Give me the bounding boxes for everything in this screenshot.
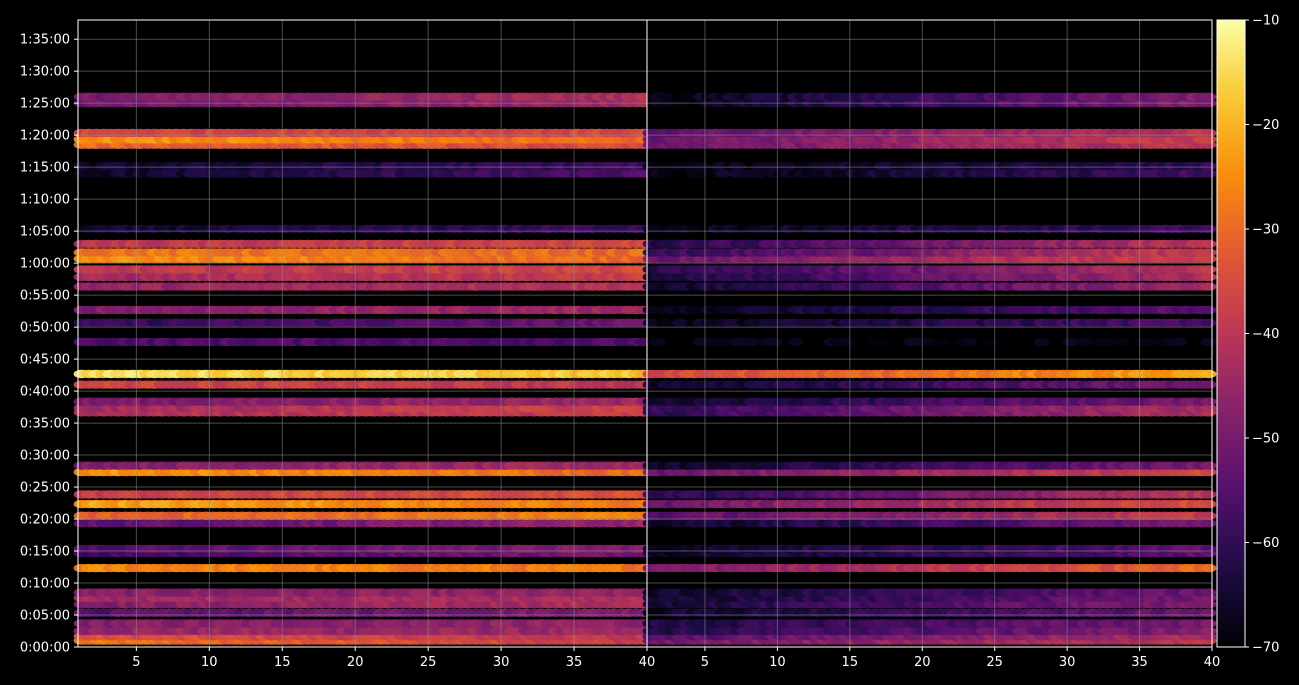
heatmap-cell — [1200, 588, 1217, 597]
x-tick-label: 10 — [201, 655, 218, 670]
heatmap-panel-2: 5 10 15 20 25 30 35 40 — [642, 19, 1220, 670]
heatmap-cell — [787, 337, 804, 347]
heatmap-cell — [765, 337, 782, 347]
heatmap-cell — [917, 337, 934, 347]
y-tick-label: 1:20:00 — [20, 129, 70, 144]
heatmap-cell — [1200, 337, 1217, 347]
heatmap-cell — [1200, 380, 1217, 389]
y-tick-label: 0:25:00 — [20, 481, 70, 496]
x-tick-label: 25 — [420, 655, 437, 670]
heatmap-chart: 5 10 15 20 25 30 35 400:00:000:05:000:10:000:15… — [20, 14, 1280, 671]
heatmap-cell — [1200, 608, 1217, 618]
x-tick-label: 20 — [347, 655, 364, 670]
y-tick-label: 1:25:00 — [20, 97, 70, 112]
heatmap-cell — [1200, 397, 1217, 406]
x-tick-label: 15 — [274, 655, 291, 670]
heatmap-cell — [961, 337, 978, 347]
y-tick-label: 0:45:00 — [20, 353, 70, 368]
y-tick-label: 0:10:00 — [20, 577, 70, 592]
heatmap-cell — [1200, 619, 1217, 628]
x-tick-label: 35 — [566, 655, 583, 670]
heatmap-cell — [1200, 499, 1217, 509]
y-tick-label: 1:30:00 — [20, 65, 70, 80]
heatmap-cell — [642, 318, 659, 327]
y-tick-label: 0:35:00 — [20, 417, 70, 432]
panels-layer: 5 10 15 20 25 30 35 400:00:000:05:000:10:000:15… — [20, 19, 1220, 670]
heatmap-cell — [1099, 337, 1115, 347]
heatmap-cell — [1171, 337, 1188, 347]
heatmap-cell — [932, 337, 949, 347]
heatmap-cell — [715, 337, 732, 347]
y-tick-label: 0:40:00 — [20, 385, 70, 400]
heatmap-panel-1: 5 10 15 20 25 30 35 40 0:00:00 0:05:00 0:10:00 0:15… — [20, 19, 656, 670]
heatmap-cell — [1200, 626, 1217, 636]
y-tick-label: 1:35:00 — [20, 33, 70, 48]
y-tick-label: 0:15:00 — [20, 545, 70, 560]
heatmap-cell — [1200, 490, 1217, 499]
heatmap-cell — [642, 305, 659, 315]
heatmap-cell — [744, 337, 760, 347]
heatmap-cell — [1077, 337, 1094, 347]
heatmap-cell — [649, 337, 666, 347]
y-tick-label: 0:05:00 — [20, 609, 70, 624]
y-tick-label: 0:00:00 — [20, 641, 70, 656]
y-tick-label: 0:30:00 — [20, 449, 70, 464]
heatmap-cell — [983, 337, 1000, 347]
heatmap-cell — [1113, 337, 1130, 347]
heatmap-cell — [1200, 544, 1217, 554]
x-tick-label: 30 — [493, 655, 510, 670]
heatmap-cell — [1200, 519, 1217, 528]
y-tick-label: 1:05:00 — [20, 225, 70, 240]
heatmap-cell — [1200, 461, 1217, 470]
y-tick-label: 0:20:00 — [20, 513, 70, 528]
heatmap-cell — [1200, 563, 1217, 573]
y-tick-label: 1:00:00 — [20, 257, 70, 272]
heatmap-cell — [657, 318, 674, 327]
heatmap-cell — [1142, 337, 1159, 347]
heatmap-cell — [1200, 318, 1217, 327]
heatmap-cell — [1033, 337, 1050, 347]
heatmap-cell — [1200, 369, 1217, 379]
y-tick-label: 0:50:00 — [20, 321, 70, 336]
y-tick-label: 0:55:00 — [20, 289, 70, 304]
x-tick-label: 40 — [639, 655, 656, 670]
x-tick-label: 5 — [132, 655, 140, 670]
y-tick-label: 1:10:00 — [20, 193, 70, 208]
y-tick-label: 1:15:00 — [20, 161, 70, 176]
heatmap-cell — [874, 337, 891, 347]
heatmap-cell — [1062, 337, 1079, 347]
heatmap-cell — [671, 318, 688, 327]
heatmap-cell — [838, 337, 855, 347]
